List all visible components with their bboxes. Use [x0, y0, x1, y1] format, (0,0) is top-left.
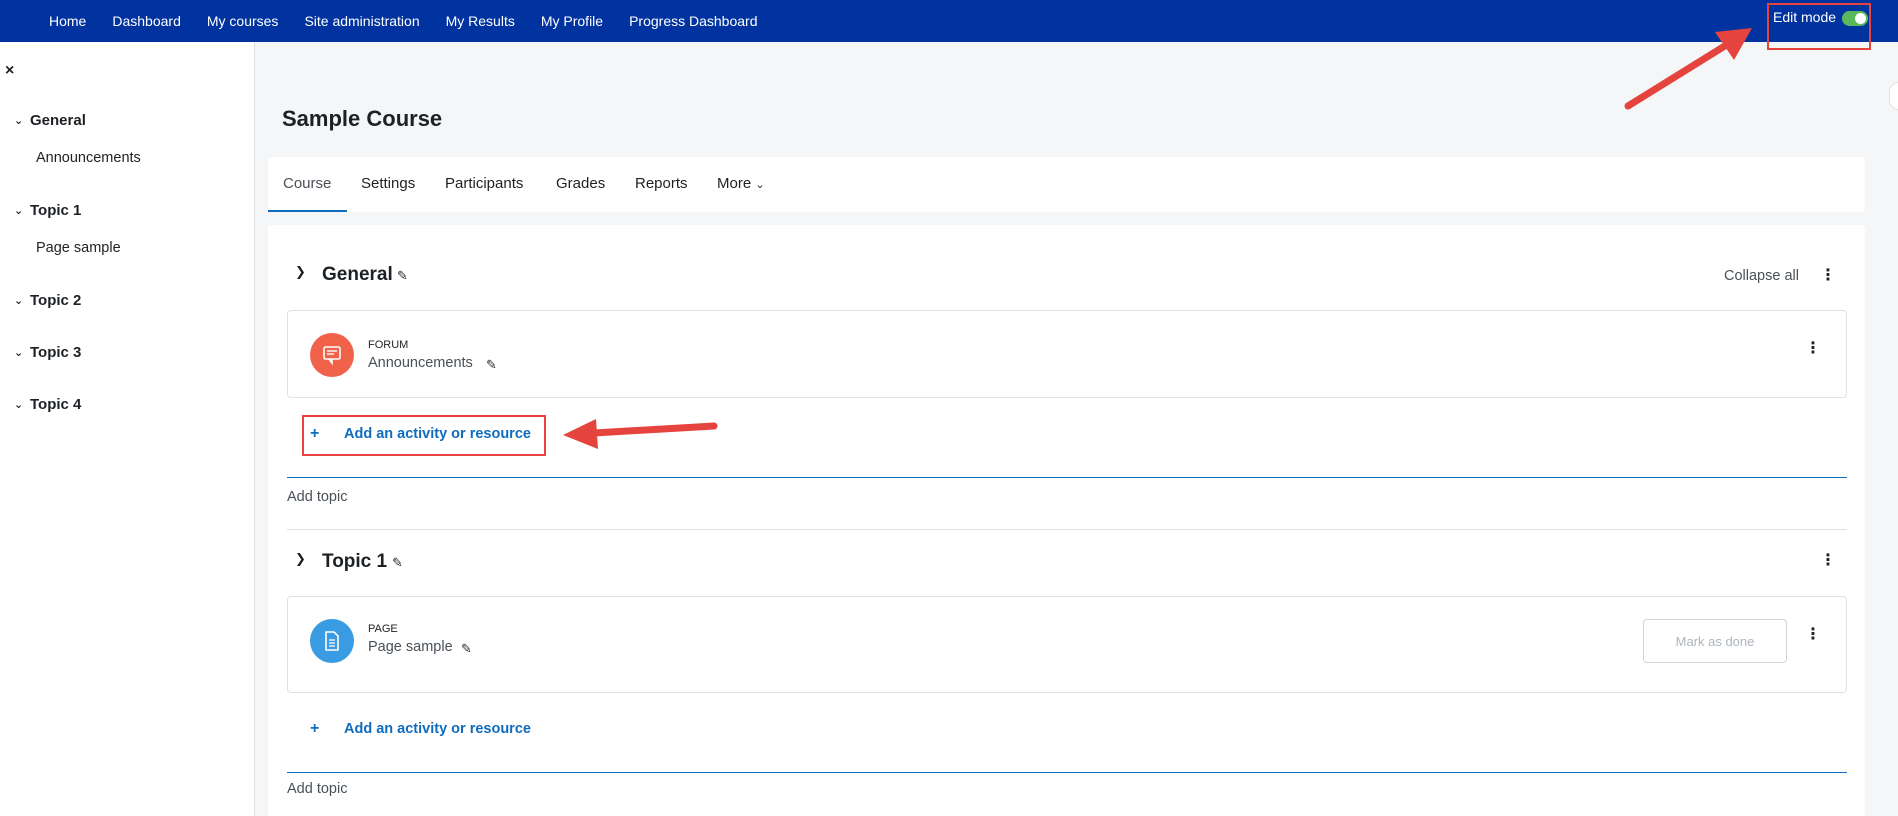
- primary-navigation: Home Dashboard My courses Site administr…: [36, 0, 770, 42]
- page-icon: [310, 619, 354, 663]
- kebab-menu-icon[interactable]: ⋮: [1820, 553, 1836, 569]
- add-topic-divider: [287, 772, 1847, 773]
- tab-more[interactable]: More ⌄: [717, 175, 765, 192]
- pencil-icon[interactable]: ✎: [397, 268, 408, 284]
- add-topic-divider: [287, 477, 1847, 478]
- chevron-down-icon[interactable]: ⌄: [14, 204, 30, 217]
- nav-progress-dashboard[interactable]: Progress Dashboard: [616, 13, 770, 29]
- drawer-section-label: Topic 3: [30, 344, 82, 361]
- drawer-toggle-edge[interactable]: [1889, 82, 1898, 110]
- nav-site-administration[interactable]: Site administration: [291, 13, 432, 29]
- chevron-down-icon[interactable]: ⌄: [14, 346, 30, 359]
- tab-settings[interactable]: Settings: [361, 175, 415, 192]
- tab-course[interactable]: Course: [283, 175, 331, 192]
- tab-grades[interactable]: Grades: [556, 175, 605, 192]
- drawer-section-topic-1[interactable]: ⌄ Topic 1: [14, 202, 81, 219]
- nav-my-results[interactable]: My Results: [433, 13, 528, 29]
- add-activity-label: Add an activity or resource: [344, 721, 531, 737]
- annotation-highlight-box: [1767, 3, 1871, 50]
- nav-dashboard[interactable]: Dashboard: [99, 13, 194, 29]
- drawer-section-general[interactable]: ⌄ General: [14, 112, 86, 129]
- drawer-section-label: Topic 4: [30, 396, 82, 413]
- activity-forum: FORUM Announcements ✎ ⋮: [287, 310, 1847, 398]
- top-navbar: Home Dashboard My courses Site administr…: [0, 0, 1898, 42]
- mark-as-done-button[interactable]: Mark as done: [1643, 619, 1787, 663]
- course-secondary-navigation: Course Settings Participants Grades Repo…: [268, 157, 1865, 212]
- kebab-menu-icon[interactable]: ⋮: [1820, 268, 1836, 284]
- activity-type-label: PAGE: [368, 623, 398, 635]
- section-divider: [287, 529, 1847, 530]
- nav-home[interactable]: Home: [36, 13, 99, 29]
- nav-my-profile[interactable]: My Profile: [528, 13, 616, 29]
- plus-icon: +: [310, 720, 320, 737]
- drawer-item-announcements[interactable]: Announcements: [36, 150, 141, 166]
- section-title-general: General: [322, 264, 393, 285]
- collapse-all-link[interactable]: Collapse all: [1724, 268, 1799, 284]
- activity-name-link[interactable]: Announcements: [368, 355, 473, 371]
- activity-page: PAGE Page sample ✎ Mark as done ⋮: [287, 596, 1847, 693]
- chevron-down-icon[interactable]: ⌄: [14, 398, 30, 411]
- pencil-icon[interactable]: ✎: [461, 641, 472, 657]
- drawer-section-topic-4[interactable]: ⌄ Topic 4: [14, 396, 81, 413]
- kebab-menu-icon[interactable]: ⋮: [1805, 627, 1821, 643]
- chevron-down-icon[interactable]: ⌄: [14, 114, 30, 127]
- drawer-section-label: Topic 1: [30, 202, 82, 219]
- tab-participants[interactable]: Participants: [445, 175, 523, 192]
- forum-icon: [310, 333, 354, 377]
- page-title: Sample Course: [282, 106, 443, 131]
- drawer-item-page-sample[interactable]: Page sample: [36, 240, 121, 256]
- add-topic-link[interactable]: Add topic: [287, 489, 347, 505]
- chevron-down-icon[interactable]: ❯: [295, 551, 306, 567]
- pencil-icon[interactable]: ✎: [486, 357, 497, 373]
- add-activity-button[interactable]: + Add an activity or resource: [310, 720, 531, 738]
- nav-my-courses[interactable]: My courses: [194, 13, 292, 29]
- chevron-down-icon[interactable]: ❯: [295, 264, 306, 280]
- pencil-icon[interactable]: ✎: [392, 555, 403, 571]
- tab-reports[interactable]: Reports: [635, 175, 688, 192]
- kebab-menu-icon[interactable]: ⋮: [1805, 341, 1821, 357]
- activity-type-label: FORUM: [368, 339, 409, 351]
- drawer-section-topic-3[interactable]: ⌄ Topic 3: [14, 344, 81, 361]
- annotation-highlight-box: [302, 415, 546, 456]
- activity-name-link[interactable]: Page sample: [368, 639, 453, 655]
- active-tab-indicator: [268, 210, 347, 212]
- close-icon[interactable]: ×: [5, 62, 14, 80]
- drawer-section-topic-2[interactable]: ⌄ Topic 2: [14, 292, 81, 309]
- add-topic-link[interactable]: Add topic: [287, 781, 347, 797]
- tab-more-label: More: [717, 175, 752, 192]
- drawer-section-label: General: [30, 112, 86, 129]
- chevron-down-icon[interactable]: ⌄: [14, 294, 30, 307]
- drawer-section-label: Topic 2: [30, 292, 82, 309]
- chevron-down-icon: ⌄: [755, 179, 765, 191]
- section-title-topic-1: Topic 1: [322, 551, 388, 572]
- course-index-drawer: × ⌄ General Announcements ⌄ Topic 1 Page…: [0, 42, 255, 816]
